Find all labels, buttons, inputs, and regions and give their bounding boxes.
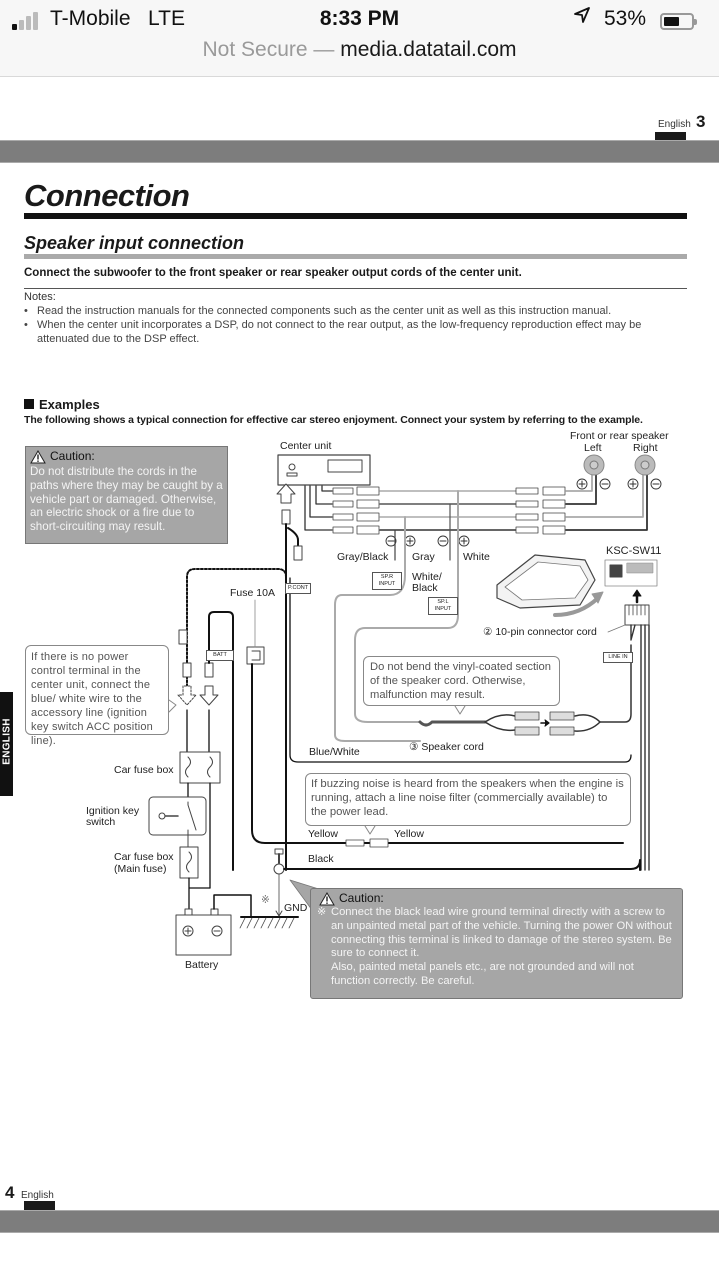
label-speakers: Front or rear speaker <box>570 430 669 442</box>
label-black: Black <box>308 853 334 865</box>
ground-reference-mark: ※ <box>261 894 270 906</box>
note-bubble-noise: If buzzing noise is heard from the speak… <box>305 773 631 826</box>
tag-batt: BATT <box>206 650 234 661</box>
label-center-unit: Center unit <box>280 440 332 452</box>
label-gray-black: Gray/Black <box>337 551 389 563</box>
page-tab-marker <box>24 1201 55 1210</box>
page-divider-band <box>0 1210 719 1233</box>
label-gnd: GND <box>284 902 308 914</box>
label-yellow-left: Yellow <box>308 828 338 840</box>
label-battery: Battery <box>185 959 219 971</box>
down-arrow-icon <box>199 685 219 706</box>
label-ignition-switch: Ignition key switch <box>86 805 140 828</box>
label-gray: Gray <box>412 551 435 563</box>
up-arrow-icon <box>276 483 296 504</box>
note-bubble-accessory: If there is no power control terminal in… <box>25 645 169 747</box>
page-number: 4 <box>5 1183 15 1202</box>
label-blue-white: Blue/White <box>309 746 360 758</box>
label-yellow-right: Yellow <box>394 828 424 840</box>
caution-box-cords: Caution: Do not distribute the cords in … <box>25 446 228 544</box>
tag-line-in: LINE IN <box>603 652 633 663</box>
caution-text: Connect the black lead wire ground termi… <box>331 906 672 960</box>
label-white-black: White/ Black <box>412 571 442 594</box>
warning-triangle-icon <box>30 450 46 464</box>
reference-mark: ※ <box>317 906 327 918</box>
label-speaker-cord: ③ Speaker cord <box>409 741 484 753</box>
label-fuse: Fuse 10A <box>230 587 275 599</box>
caution-heading: Caution: <box>30 449 223 464</box>
page-lang-label: English <box>21 1190 54 1201</box>
label-main-fuse: Car fuse box (Main fuse) <box>114 851 174 875</box>
warning-triangle-icon <box>319 892 335 906</box>
tag-p-cont: P.CONT <box>285 583 311 594</box>
label-car-fuse-box: Car fuse box <box>114 764 174 776</box>
tag-sp-l-input: SP.L INPUT <box>428 597 458 615</box>
caution-text: Also, painted metal panels etc., are not… <box>331 961 634 987</box>
label-model: KSC-SW11 <box>606 545 662 557</box>
caution-heading: Caution: <box>319 891 676 906</box>
label-right: Right <box>633 442 658 454</box>
tag-sp-r-input: SP.R INPUT <box>372 572 402 590</box>
language-side-tab: ENGLISH <box>0 692 13 796</box>
caution-box-ground: Caution: ※ Connect the black lead wire g… <box>310 888 683 999</box>
down-arrow-dashed-icon <box>177 685 197 706</box>
label-white: White <box>463 551 490 563</box>
label-left: Left <box>584 442 602 454</box>
car-fuse-box-icon <box>179 751 221 784</box>
note-bubble-vinyl: Do not bend the vinyl-coated section of … <box>363 656 560 706</box>
caution-text: Do not distribute the cords in the paths… <box>30 465 223 534</box>
label-connector-cord: ② 10-pin connector cord <box>483 626 597 638</box>
wiring-diagram <box>148 454 662 956</box>
fuse-10a-icon <box>246 646 265 665</box>
